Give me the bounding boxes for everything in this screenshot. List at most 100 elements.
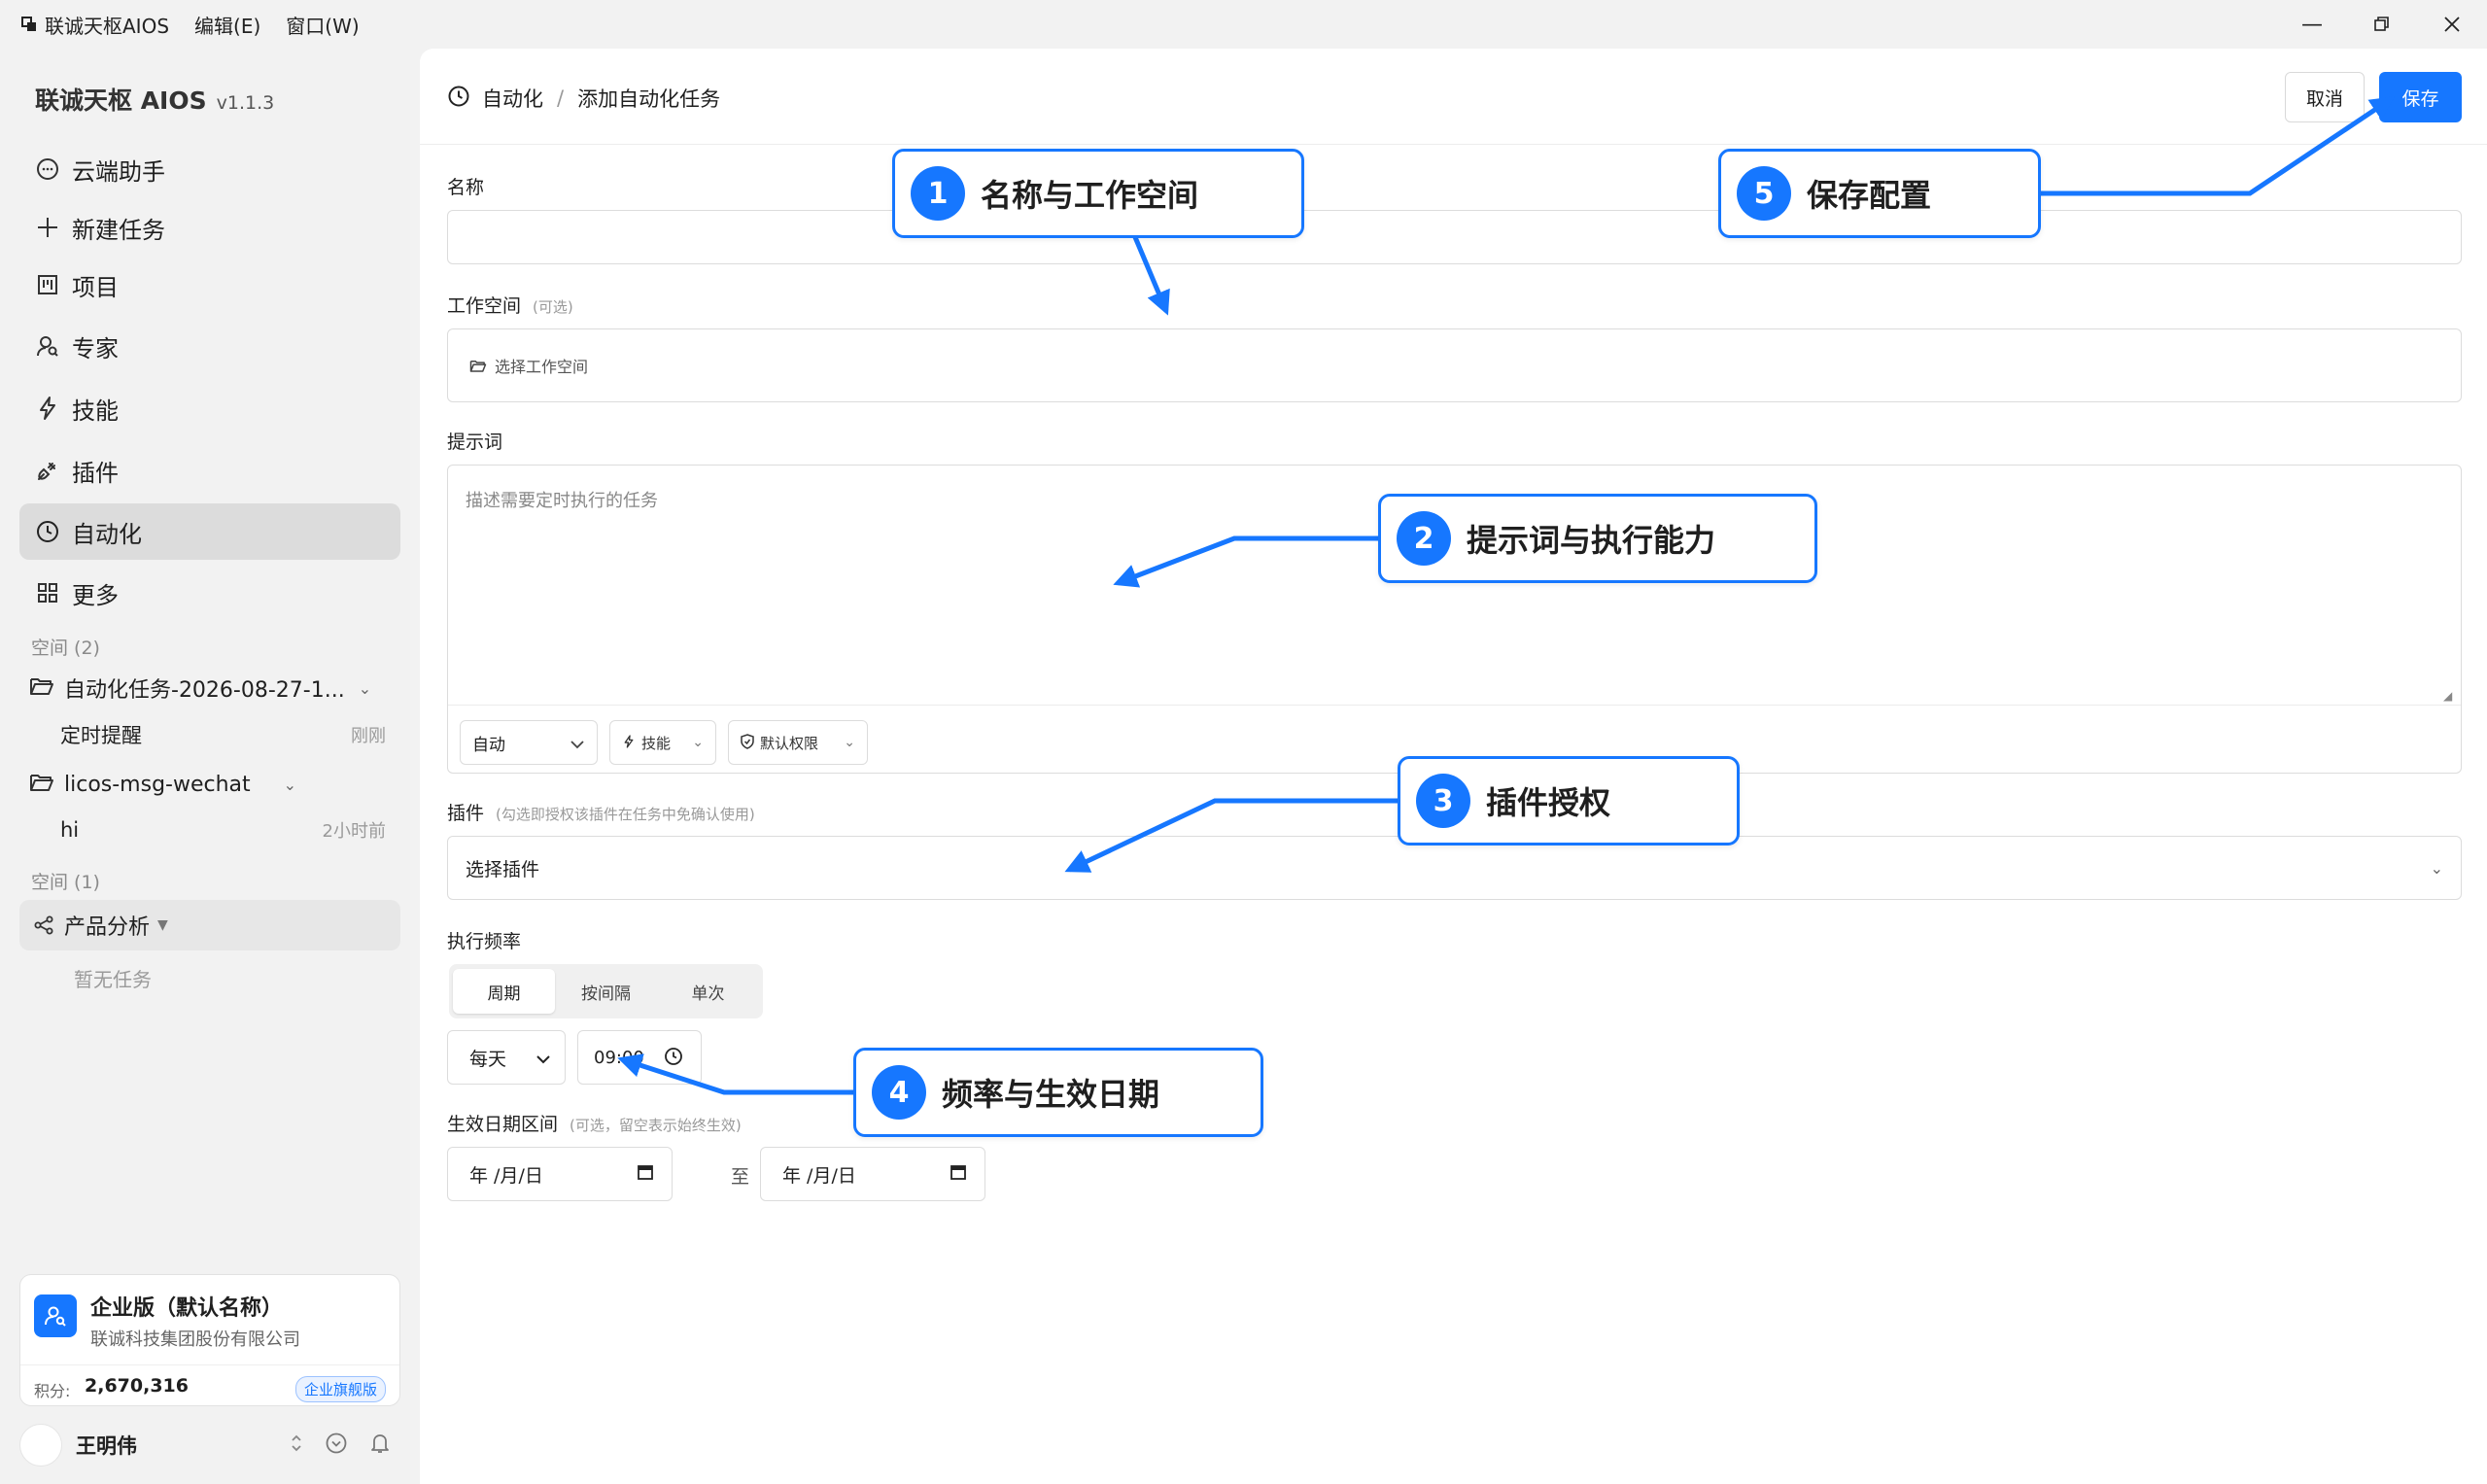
- cancel-button[interactable]: 取消: [2285, 72, 2365, 122]
- space-item-automation[interactable]: 自动化任务-2026-08-27-1... ⌄: [29, 667, 398, 709]
- clock-icon: [664, 1047, 683, 1071]
- nav-label: 技能: [72, 397, 119, 425]
- time-input[interactable]: 09:00: [577, 1030, 702, 1085]
- nav-automation[interactable]: 自动化: [19, 503, 400, 560]
- nav-cloud-assistant[interactable]: 云端助手: [19, 141, 400, 197]
- start-date-input[interactable]: 年 /月/日: [447, 1147, 673, 1201]
- user-row[interactable]: 王明伟: [19, 1421, 400, 1469]
- callout-text: 保存配置: [1807, 177, 1932, 214]
- freq-option-once[interactable]: 单次: [657, 969, 759, 1014]
- restore-button[interactable]: [2347, 0, 2417, 49]
- resize-grip-icon[interactable]: ◢: [2443, 689, 2457, 703]
- task-label: hi: [60, 818, 80, 842]
- person-search-icon: [33, 331, 62, 361]
- skills-chip[interactable]: 技能 ⌄: [609, 720, 716, 765]
- group-label: 产品分析: [64, 915, 151, 940]
- space-label: licos-msg-wechat: [64, 772, 251, 797]
- calendar-icon: [637, 1162, 654, 1186]
- nav-skills[interactable]: 技能: [19, 380, 400, 436]
- lightning-icon: [622, 731, 636, 754]
- period-select[interactable]: 每天: [447, 1030, 566, 1085]
- nav-label: 自动化: [72, 520, 142, 548]
- avatar[interactable]: [19, 1424, 62, 1467]
- up-down-icon[interactable]: [290, 1432, 303, 1459]
- enterprise-card[interactable]: 企业版（默认名称） 联诚科技集团股份有限公司 积分: 2,670,316 企业旗…: [19, 1274, 400, 1406]
- minimize-button[interactable]: —: [2277, 0, 2347, 49]
- freq-label: 执行频率: [447, 931, 522, 952]
- brand: 联诚天枢 AIOS v1.1.3: [35, 82, 274, 117]
- points-value: 2,670,316: [85, 1375, 189, 1397]
- date-to-label: 至: [731, 1166, 750, 1188]
- callout-2: 2 提示词与执行能力: [1378, 494, 1817, 583]
- chevron-down-icon: [570, 731, 585, 754]
- nav-new-task[interactable]: 新建任务: [19, 199, 400, 256]
- spaces-section-label: 空间 (2): [31, 638, 100, 659]
- callout-1: 1 名称与工作空间: [892, 149, 1304, 238]
- chevron-down-icon[interactable]: ⌄: [284, 776, 296, 794]
- freq-option-periodic[interactable]: 周期: [453, 969, 555, 1014]
- nav-label: 项目: [72, 273, 119, 301]
- spaces-section-label-2: 空间 (1): [31, 872, 100, 893]
- group-product-analysis[interactable]: 产品分析 ▼: [19, 900, 400, 950]
- brand-version: v1.1.3: [216, 92, 275, 114]
- callout-number: 1: [911, 166, 965, 221]
- save-button[interactable]: 保存: [2379, 72, 2462, 122]
- chat-bubble-icon: [33, 155, 62, 184]
- name-label: 名称: [447, 177, 485, 198]
- caret-down-icon[interactable]: ▼: [157, 917, 168, 933]
- end-date-input[interactable]: 年 /月/日: [760, 1147, 985, 1201]
- permission-chip[interactable]: 默认权限 ⌄: [728, 720, 868, 765]
- skills-chip-label: 技能: [641, 734, 672, 752]
- name-input[interactable]: [448, 211, 2461, 263]
- nav-projects[interactable]: 项目: [19, 257, 400, 313]
- shield-icon: [741, 731, 754, 754]
- callout-4: 4 频率与生效日期: [853, 1048, 1263, 1137]
- nav-experts[interactable]: 专家: [19, 318, 400, 374]
- grid-icon: [33, 578, 62, 607]
- circle-chevron-icon[interactable]: [325, 1432, 348, 1460]
- chevron-down-icon: ⌄: [844, 735, 855, 750]
- plugin-hint: (勾选即授权该插件在任务中免确认使用): [496, 806, 755, 823]
- nav-label: 专家: [72, 334, 119, 362]
- workspace-select[interactable]: 选择工作空间: [447, 328, 2462, 402]
- divider: [20, 1364, 399, 1365]
- name-field-box: [447, 210, 2462, 264]
- restore-icon: [2374, 17, 2389, 31]
- mode-select[interactable]: 自动: [460, 720, 598, 765]
- callout-number: 3: [1416, 774, 1470, 828]
- kanban-icon: [33, 270, 62, 299]
- menu-window[interactable]: 窗口(W): [286, 11, 359, 39]
- breadcrumb-separator: /: [557, 86, 565, 110]
- calendar-icon: [950, 1162, 967, 1186]
- nav-more[interactable]: 更多: [19, 565, 400, 621]
- plug-icon: [33, 456, 62, 485]
- date-label: 生效日期区间: [447, 1114, 559, 1135]
- space-item-licos[interactable]: licos-msg-wechat ⌄: [29, 763, 398, 806]
- close-button[interactable]: [2417, 0, 2487, 49]
- enterprise-logo-icon: [34, 1294, 77, 1337]
- app-logo-icon: [19, 15, 39, 34]
- callout-number: 4: [872, 1065, 926, 1120]
- nav-label: 更多: [72, 581, 119, 609]
- nav-plugins[interactable]: 插件: [19, 442, 400, 499]
- header-divider: [420, 144, 2487, 145]
- empty-tasks-text: 暂无任务: [74, 968, 152, 991]
- share-icon: [33, 915, 54, 936]
- workspace-hint: (可选): [533, 298, 573, 316]
- space-label: 自动化任务-2026-08-27-1...: [64, 678, 345, 703]
- plugin-placeholder: 选择插件: [466, 858, 540, 880]
- user-name: 王明伟: [76, 1434, 137, 1458]
- breadcrumb-root[interactable]: 自动化: [482, 84, 543, 113]
- plugin-label: 插件: [447, 803, 485, 824]
- task-time: 2小时前: [322, 821, 386, 842]
- task-label: 定时提醒: [60, 724, 142, 747]
- nav-label: 云端助手: [72, 157, 165, 186]
- chevron-down-icon[interactable]: ⌄: [359, 679, 371, 698]
- task-item[interactable]: 定时提醒 刚刚: [60, 715, 386, 754]
- bell-icon[interactable]: [369, 1432, 391, 1460]
- task-item[interactable]: hi 2小时前: [60, 811, 386, 849]
- menu-edit[interactable]: 编辑(E): [194, 11, 260, 39]
- freq-option-interval[interactable]: 按间隔: [555, 969, 657, 1014]
- end-date-value: 年 /月/日: [782, 1164, 856, 1187]
- chevron-down-icon: [535, 1046, 551, 1069]
